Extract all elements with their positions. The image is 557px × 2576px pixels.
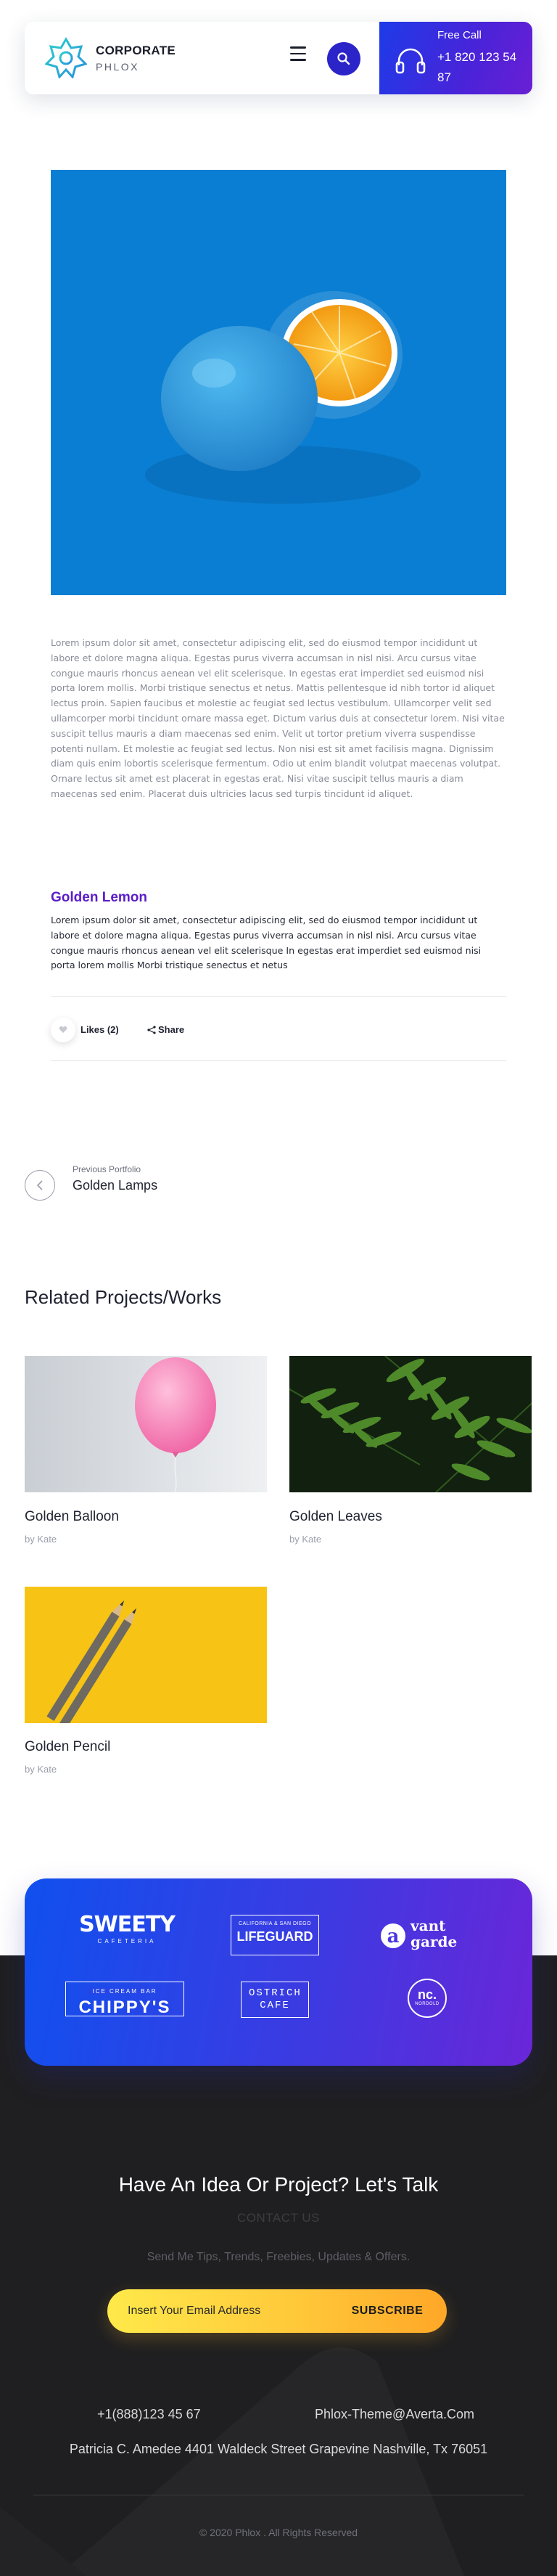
call-label: Free Call (437, 29, 482, 41)
client-logo-name: CHIPPY'S (78, 1998, 171, 2017)
divider (51, 1060, 506, 1061)
likes-count[interactable]: Likes (2) (81, 1024, 119, 1035)
card-author: by Kate (25, 1534, 57, 1545)
client-logo-name: vant garde (410, 1917, 458, 1950)
cta-title: Have An Idea Or Project? Let's Talk (118, 2173, 439, 2196)
heart-icon (59, 1026, 67, 1033)
client-logo-sweety[interactable]: SWEETY CAFETERIA (73, 1913, 181, 1945)
leaves-illustration (289, 1356, 532, 1492)
svg-text:a: a (387, 1926, 400, 1947)
client-logo-vantgarde[interactable]: a vant garde (379, 1916, 480, 1954)
card-image-leaves[interactable] (289, 1356, 532, 1492)
newsletter-text: Send Me Tips, Trends, Freebies, Updates … (147, 2251, 410, 2263)
share-button[interactable]: Share (158, 1024, 184, 1035)
call-number[interactable]: +1 820 123 54 87 (437, 47, 524, 88)
brand-title[interactable]: CORPORATE (96, 44, 176, 58)
footer-email[interactable]: Phlox-Theme@Averta.Com (315, 2407, 474, 2422)
previous-caption: Previous Portfolio (73, 1164, 141, 1174)
balloon-illustration (25, 1356, 267, 1492)
client-logo-name: nc. (417, 1987, 437, 2002)
copyright: © 2020 Phlox . All Rights Reserved (199, 2527, 358, 2538)
previous-button[interactable] (25, 1170, 55, 1201)
previous-title-link[interactable]: Golden Lamps (73, 1178, 157, 1193)
intro-paragraph: Lorem ipsum dolor sit amet, consectetur … (51, 637, 505, 799)
card-title[interactable]: Golden Leaves (289, 1509, 382, 1525)
card-author: by Kate (289, 1534, 322, 1545)
client-logo-nc[interactable]: nc. NORDOLD (408, 1979, 447, 2018)
section-title: Golden Lemon (51, 890, 147, 905)
email-input[interactable] (128, 2301, 345, 2321)
menu-icon[interactable] (290, 46, 308, 62)
footer-phone[interactable]: +1(888)123 45 67 (97, 2407, 201, 2422)
subscribe-button[interactable]: SUBSCRIBE (348, 2295, 426, 2327)
brand-subtitle[interactable]: PHLOX (96, 61, 139, 73)
client-logo-chippys[interactable]: ICE CREAM BAR CHIPPY'S (65, 1982, 184, 2017)
hero-image (51, 170, 506, 595)
chevron-left-icon (36, 1180, 43, 1190)
contact-us-link[interactable]: CONTACT US (0, 2211, 557, 2225)
orange-illustration (145, 291, 421, 504)
client-logo-name: SWEETY (79, 1912, 176, 1937)
card-title[interactable]: Golden Pencil (25, 1739, 110, 1755)
client-logo-name: OSTRICH CAFE (249, 1987, 302, 2011)
card-image-balloon[interactable] (25, 1356, 267, 1492)
card-title[interactable]: Golden Balloon (25, 1509, 119, 1525)
search-icon (337, 52, 350, 65)
related-heading: Related Projects/Works (25, 1286, 222, 1308)
section-paragraph: Lorem ipsum dolor sit amet, consectetur … (51, 915, 482, 971)
pencil-illustration (25, 1587, 267, 1723)
search-button[interactable] (327, 42, 360, 75)
client-logo-lifeguard[interactable]: CALIFORNIA & SAN DIEGO LIFEGUARD (231, 1915, 319, 1955)
like-button[interactable] (51, 1018, 75, 1042)
clients-panel (25, 1878, 532, 2066)
card-author: by Kate (25, 1764, 57, 1775)
client-logo-sub: CALIFORNIA & SAN DIEGO (238, 1921, 312, 1926)
client-logo-name: LIFEGUARD (236, 1929, 313, 1944)
client-logo-sub: NORDOLD (415, 2002, 440, 2006)
card-image-pencil[interactable] (25, 1587, 267, 1723)
brand-logo-icon[interactable] (45, 36, 87, 78)
client-logo-ostrich[interactable]: OSTRICH CAFE (241, 1982, 309, 2018)
headphones-icon (395, 48, 426, 74)
footer-address: Patricia C. Amedee 4401 Waldeck Street G… (69, 2442, 488, 2456)
client-logo-sub: ICE CREAM BAR (89, 1988, 160, 1995)
client-logo-sub: CAFETERIA (97, 1938, 157, 1945)
share-icon[interactable] (147, 1025, 157, 1035)
divider (51, 996, 506, 997)
